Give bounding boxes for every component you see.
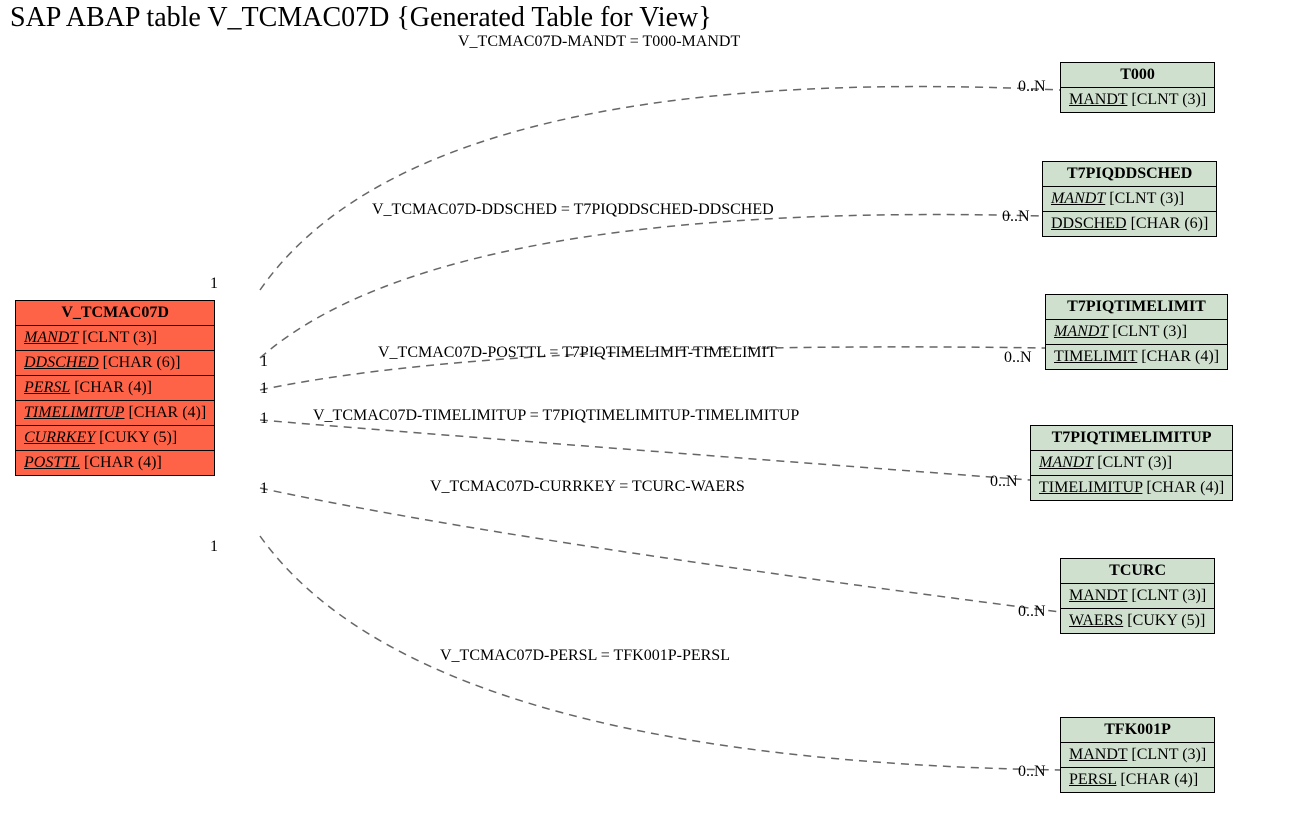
entity-field: TIMELIMITUP [CHAR (4)] xyxy=(16,401,215,426)
entity-field: DDSCHED [CHAR (6)] xyxy=(16,351,215,376)
entity-field: TIMELIMIT [CHAR (4)] xyxy=(1046,345,1228,370)
page-title: SAP ABAP table V_TCMAC07D {Generated Tab… xyxy=(10,2,712,34)
relation-label: V_TCMAC07D-MANDT = T000-MANDT xyxy=(458,33,740,51)
entity-header: V_TCMAC07D xyxy=(16,301,215,326)
entity-t000: T000MANDT [CLNT (3)] xyxy=(1060,62,1215,113)
entity-header: T7PIQDDSCHED xyxy=(1043,162,1217,187)
cardinality-source: 1 xyxy=(260,353,268,371)
relation-label: V_TCMAC07D-DDSCHED = T7PIQDDSCHED-DDSCHE… xyxy=(372,201,774,219)
cardinality-source: 1 xyxy=(260,410,268,428)
cardinality-source: 1 xyxy=(210,538,218,556)
entity-field: DDSCHED [CHAR (6)] xyxy=(1043,212,1217,237)
entity-header: T7PIQTIMELIMITUP xyxy=(1031,426,1233,451)
entity-header: TCURC xyxy=(1061,559,1215,584)
cardinality-target: 0..N xyxy=(1018,763,1046,781)
entity-field: MANDT [CLNT (3)] xyxy=(1061,88,1215,113)
relation-label: V_TCMAC07D-CURRKEY = TCURC-WAERS xyxy=(430,478,745,496)
entity-header: T000 xyxy=(1061,63,1215,88)
entity-field: WAERS [CUKY (5)] xyxy=(1061,609,1215,634)
cardinality-target: 0..N xyxy=(990,473,1018,491)
entity-header: T7PIQTIMELIMIT xyxy=(1046,295,1228,320)
cardinality-target: 0..N xyxy=(1018,78,1046,96)
cardinality-source: 1 xyxy=(210,275,218,293)
cardinality-target: 0..N xyxy=(1018,603,1046,621)
entity-field: POSTTL [CHAR (4)] xyxy=(16,451,215,476)
entity-t7piqtimelimitup: T7PIQTIMELIMITUPMANDT [CLNT (3)]TIMELIMI… xyxy=(1030,425,1233,501)
entity-field: MANDT [CLNT (3)] xyxy=(1043,187,1217,212)
entity-field: PERSL [CHAR (4)] xyxy=(1061,768,1215,793)
entity-field: MANDT [CLNT (3)] xyxy=(1061,743,1215,768)
relation-label: V_TCMAC07D-POSTTL = T7PIQTIMELIMIT-TIMEL… xyxy=(378,344,777,362)
cardinality-source: 1 xyxy=(260,380,268,398)
cardinality-source: 1 xyxy=(260,480,268,498)
entity-field: CURRKEY [CUKY (5)] xyxy=(16,426,215,451)
entity-t7piqddsched: T7PIQDDSCHEDMANDT [CLNT (3)]DDSCHED [CHA… xyxy=(1042,161,1217,237)
entity-field: MANDT [CLNT (3)] xyxy=(1061,584,1215,609)
entity-field: MANDT [CLNT (3)] xyxy=(1031,451,1233,476)
entity-source: V_TCMAC07D MANDT [CLNT (3)]DDSCHED [CHAR… xyxy=(15,300,215,476)
entity-header: TFK001P xyxy=(1061,718,1215,743)
entity-tcurc: TCURCMANDT [CLNT (3)]WAERS [CUKY (5)] xyxy=(1060,558,1215,634)
entity-field: MANDT [CLNT (3)] xyxy=(16,326,215,351)
relation-label: V_TCMAC07D-TIMELIMITUP = T7PIQTIMELIMITU… xyxy=(313,407,799,425)
entity-field: MANDT [CLNT (3)] xyxy=(1046,320,1228,345)
entity-field: TIMELIMITUP [CHAR (4)] xyxy=(1031,476,1233,501)
entity-field: PERSL [CHAR (4)] xyxy=(16,376,215,401)
relation-label: V_TCMAC07D-PERSL = TFK001P-PERSL xyxy=(440,647,730,665)
cardinality-target: 0..N xyxy=(1004,349,1032,367)
cardinality-target: 0..N xyxy=(1002,208,1030,226)
entity-tfk001p: TFK001PMANDT [CLNT (3)]PERSL [CHAR (4)] xyxy=(1060,717,1215,793)
entity-t7piqtimelimit: T7PIQTIMELIMITMANDT [CLNT (3)]TIMELIMIT … xyxy=(1045,294,1228,370)
